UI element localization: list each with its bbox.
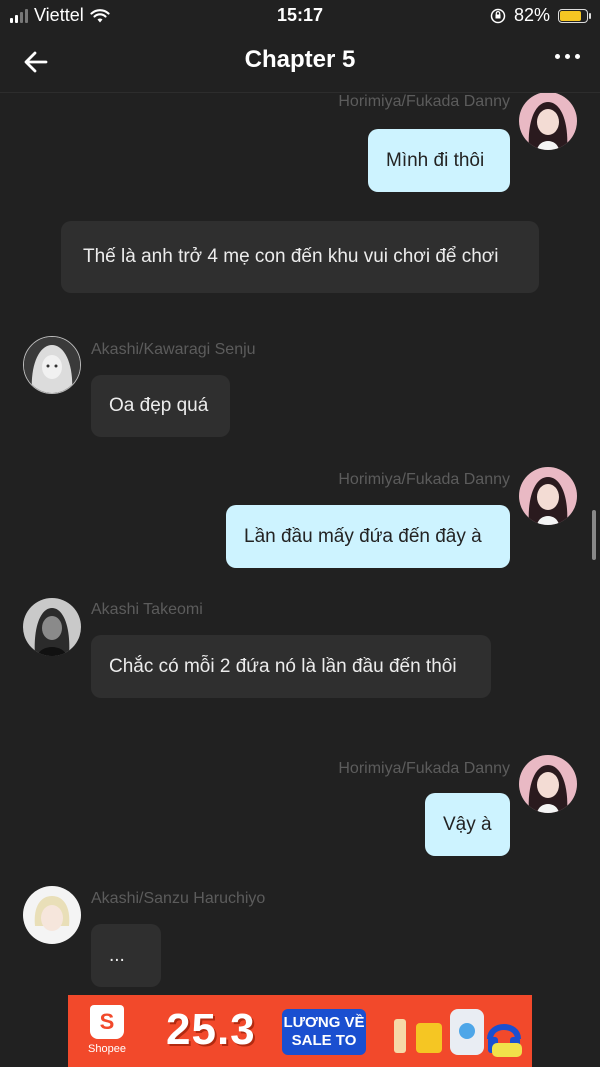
sender-name: Akashi/Kawaragi Senju	[91, 341, 256, 358]
message-bubble[interactable]: Chắc có mỗi 2 đứa nó là lần đầu đến thôi	[91, 635, 491, 698]
avatar-sanzu-haruchiyo[interactable]	[23, 886, 81, 944]
narration-bubble[interactable]: Thế là anh trở 4 mẹ con đến khu vui chơi…	[61, 221, 539, 293]
chapter-header: Chapter 5	[0, 32, 600, 93]
avatar-kawaragi-senju[interactable]	[23, 336, 81, 394]
message-bubble[interactable]: Lần đầu mấy đứa đến đây à	[226, 505, 510, 568]
avatar-fukada-danny[interactable]	[519, 93, 577, 150]
product-images-icon	[394, 1009, 522, 1057]
ad-banner[interactable]: S Shopee 25.3 LƯƠNG VỀ SALE TO	[68, 995, 532, 1067]
scrollbar[interactable]	[592, 510, 596, 560]
message-bubble[interactable]: ...	[91, 924, 161, 987]
sender-name: Horimiya/Fukada Danny	[338, 760, 510, 777]
ad-tag: LƯƠNG VỀ SALE TO	[282, 1009, 366, 1055]
shopee-logo: S Shopee	[80, 1005, 134, 1061]
sender-name: Akashi/Sanzu Haruchiyo	[91, 890, 266, 907]
chat-thread[interactable]: Horimiya/Fukada Danny Mình đi thôi Thế l…	[0, 93, 600, 993]
sender-name: Horimiya/Fukada Danny	[338, 471, 510, 488]
status-right: 82%	[490, 5, 591, 26]
message-bubble[interactable]: Mình đi thôi	[368, 129, 510, 192]
ad-tag-line2: SALE TO	[291, 1032, 357, 1049]
message-bubble[interactable]: Vậy à	[425, 793, 510, 856]
shopping-bag-icon: S	[90, 1005, 124, 1039]
message-bubble[interactable]: Oa đẹp quá	[91, 375, 230, 437]
status-bar: Viettel 15:17 82%	[0, 0, 600, 32]
page-title: Chapter 5	[244, 46, 356, 73]
more-horizontal-icon[interactable]	[555, 54, 580, 59]
avatar-fukada-danny[interactable]	[519, 467, 577, 525]
ad-headline: 25.3	[166, 1005, 256, 1054]
rotation-lock-icon	[490, 8, 506, 23]
avatar-akashi-takeomi[interactable]	[23, 598, 81, 656]
ad-tag-line1: LƯƠNG VỀ	[283, 1014, 365, 1031]
battery-percent: 82%	[513, 5, 550, 25]
battery-icon	[558, 8, 591, 23]
avatar-fukada-danny[interactable]	[519, 755, 577, 813]
ad-brand: Shopee	[88, 1043, 126, 1055]
sender-name: Horimiya/Fukada Danny	[338, 93, 510, 110]
sender-name: Akashi Takeomi	[91, 601, 203, 618]
